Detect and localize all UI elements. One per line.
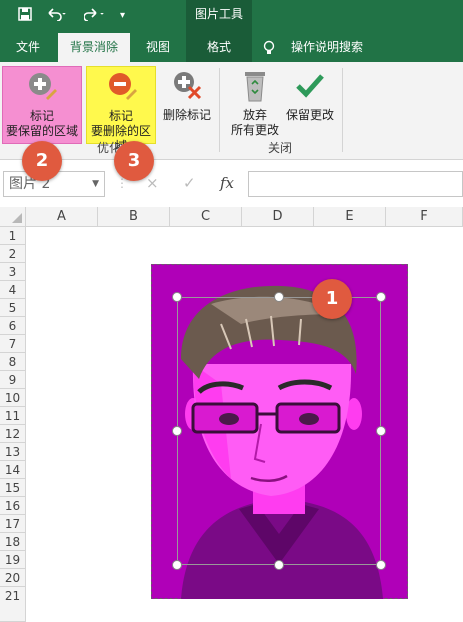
row-header[interactable]: 14 bbox=[0, 461, 26, 479]
row-header[interactable]: 17 bbox=[0, 515, 26, 533]
mark-keep-label-line1: 标记 bbox=[29, 109, 54, 123]
cancel-icon[interactable]: × bbox=[146, 174, 159, 192]
delete-mark-label: 删除标记 bbox=[162, 108, 211, 122]
row-header[interactable]: 6 bbox=[0, 317, 26, 335]
row-header[interactable]: 15 bbox=[0, 479, 26, 497]
resize-handle-top[interactable] bbox=[274, 292, 284, 302]
group-separator bbox=[342, 68, 343, 152]
row-header[interactable]: 1 bbox=[0, 227, 26, 245]
column-header[interactable]: B bbox=[98, 207, 170, 227]
customize-qat-icon[interactable]: ▾ bbox=[120, 7, 125, 25]
mark-areas-to-remove-button[interactable]: 标记 要删除的区域 bbox=[86, 66, 156, 153]
step-badge-2: 2 bbox=[22, 141, 62, 181]
undo-icon[interactable] bbox=[46, 7, 70, 26]
row-header[interactable]: 13 bbox=[0, 443, 26, 461]
group-label-close: 关闭 bbox=[268, 141, 293, 155]
tab-view[interactable]: 视图 bbox=[138, 33, 178, 62]
row-header[interactable]: 8 bbox=[0, 353, 26, 371]
chevron-down-icon[interactable]: ▼ bbox=[92, 172, 99, 196]
tab-format[interactable]: 格式 bbox=[186, 33, 252, 62]
enter-icon[interactable]: ✓ bbox=[183, 174, 196, 192]
row-header[interactable]: 20 bbox=[0, 569, 26, 587]
tab-file[interactable]: 文件 bbox=[8, 33, 48, 62]
row-header[interactable]: 12 bbox=[0, 425, 26, 443]
select-all-corner[interactable] bbox=[0, 207, 26, 227]
row-header[interactable]: 9 bbox=[0, 371, 26, 389]
resize-handle-bottom[interactable] bbox=[274, 560, 284, 570]
resize-handle-top-left[interactable] bbox=[172, 292, 182, 302]
column-header[interactable]: C bbox=[170, 207, 242, 227]
column-header[interactable]: D bbox=[242, 207, 314, 227]
resize-handle-top-right[interactable] bbox=[376, 292, 386, 302]
row-header[interactable]: 4 bbox=[0, 281, 26, 299]
title-bar: ▾ 图片工具 bbox=[0, 0, 463, 33]
delete-mark-icon bbox=[174, 72, 202, 100]
tab-background-removal[interactable]: 背景消除 bbox=[58, 33, 130, 62]
keep-changes-label: 保留更改 bbox=[285, 108, 334, 122]
checkmark-icon bbox=[296, 74, 324, 98]
mark-keep-label-line2: 要保留的区域 bbox=[5, 124, 78, 138]
row-header[interactable]: 3 bbox=[0, 263, 26, 281]
column-header[interactable]: A bbox=[26, 207, 98, 227]
step-badge-3: 3 bbox=[114, 141, 154, 181]
minus-pencil-icon bbox=[109, 73, 137, 100]
ribbon: 标记 要保留的区域 标记 要删除的区域 删除标记 bbox=[0, 62, 463, 160]
discard-label-line1: 放弃 bbox=[242, 108, 267, 122]
group-separator bbox=[219, 68, 220, 152]
row-header[interactable]: 10 bbox=[0, 389, 26, 407]
keep-changes-button[interactable]: 保留更改 bbox=[284, 66, 336, 144]
formula-bar: 图片 2 ▼ ⋮ × ✓ fx bbox=[0, 161, 463, 207]
save-icon[interactable] bbox=[18, 7, 32, 26]
redo-icon[interactable] bbox=[83, 7, 108, 26]
lightbulb-icon bbox=[260, 33, 278, 62]
background-removal-marquee[interactable] bbox=[177, 297, 381, 565]
row-header[interactable]: 18 bbox=[0, 533, 26, 551]
discard-label-line2: 所有更改 bbox=[230, 123, 279, 137]
row-header[interactable]: 16 bbox=[0, 497, 26, 515]
resize-handle-bottom-right[interactable] bbox=[376, 560, 386, 570]
delete-mark-button[interactable]: 删除标记 bbox=[160, 66, 214, 144]
step-badge-1: 1 bbox=[312, 279, 352, 319]
mark-areas-to-keep-button[interactable]: 标记 要保留的区域 bbox=[2, 66, 82, 144]
plus-pencil-icon bbox=[29, 73, 57, 100]
resize-handle-bottom-left[interactable] bbox=[172, 560, 182, 570]
formula-input[interactable] bbox=[248, 171, 463, 197]
resize-handle-right[interactable] bbox=[376, 426, 386, 436]
column-header[interactable]: F bbox=[386, 207, 463, 227]
row-header[interactable]: 5 bbox=[0, 299, 26, 317]
row-header[interactable]: 7 bbox=[0, 335, 26, 353]
resize-handle-left[interactable] bbox=[172, 426, 182, 436]
row-header[interactable]: 19 bbox=[0, 551, 26, 569]
row-header[interactable]: 2 bbox=[0, 245, 26, 263]
mark-remove-label-line1: 标记 bbox=[108, 109, 133, 123]
column-header[interactable]: E bbox=[314, 207, 386, 227]
ribbon-tabs: 文件 背景消除 视图 格式 操作说明搜索 bbox=[0, 33, 463, 62]
portrait-picture[interactable] bbox=[151, 264, 408, 599]
insert-function-icon[interactable]: fx bbox=[220, 174, 234, 192]
picture-tools-context-label: 图片工具 bbox=[186, 0, 252, 33]
recycle-bin-icon bbox=[245, 72, 265, 102]
discard-all-changes-button[interactable]: 放弃 所有更改 bbox=[226, 66, 284, 144]
row-header[interactable]: 11 bbox=[0, 407, 26, 425]
row-header[interactable]: 21 bbox=[0, 587, 26, 622]
tell-me-search[interactable]: 操作说明搜索 bbox=[284, 33, 370, 62]
